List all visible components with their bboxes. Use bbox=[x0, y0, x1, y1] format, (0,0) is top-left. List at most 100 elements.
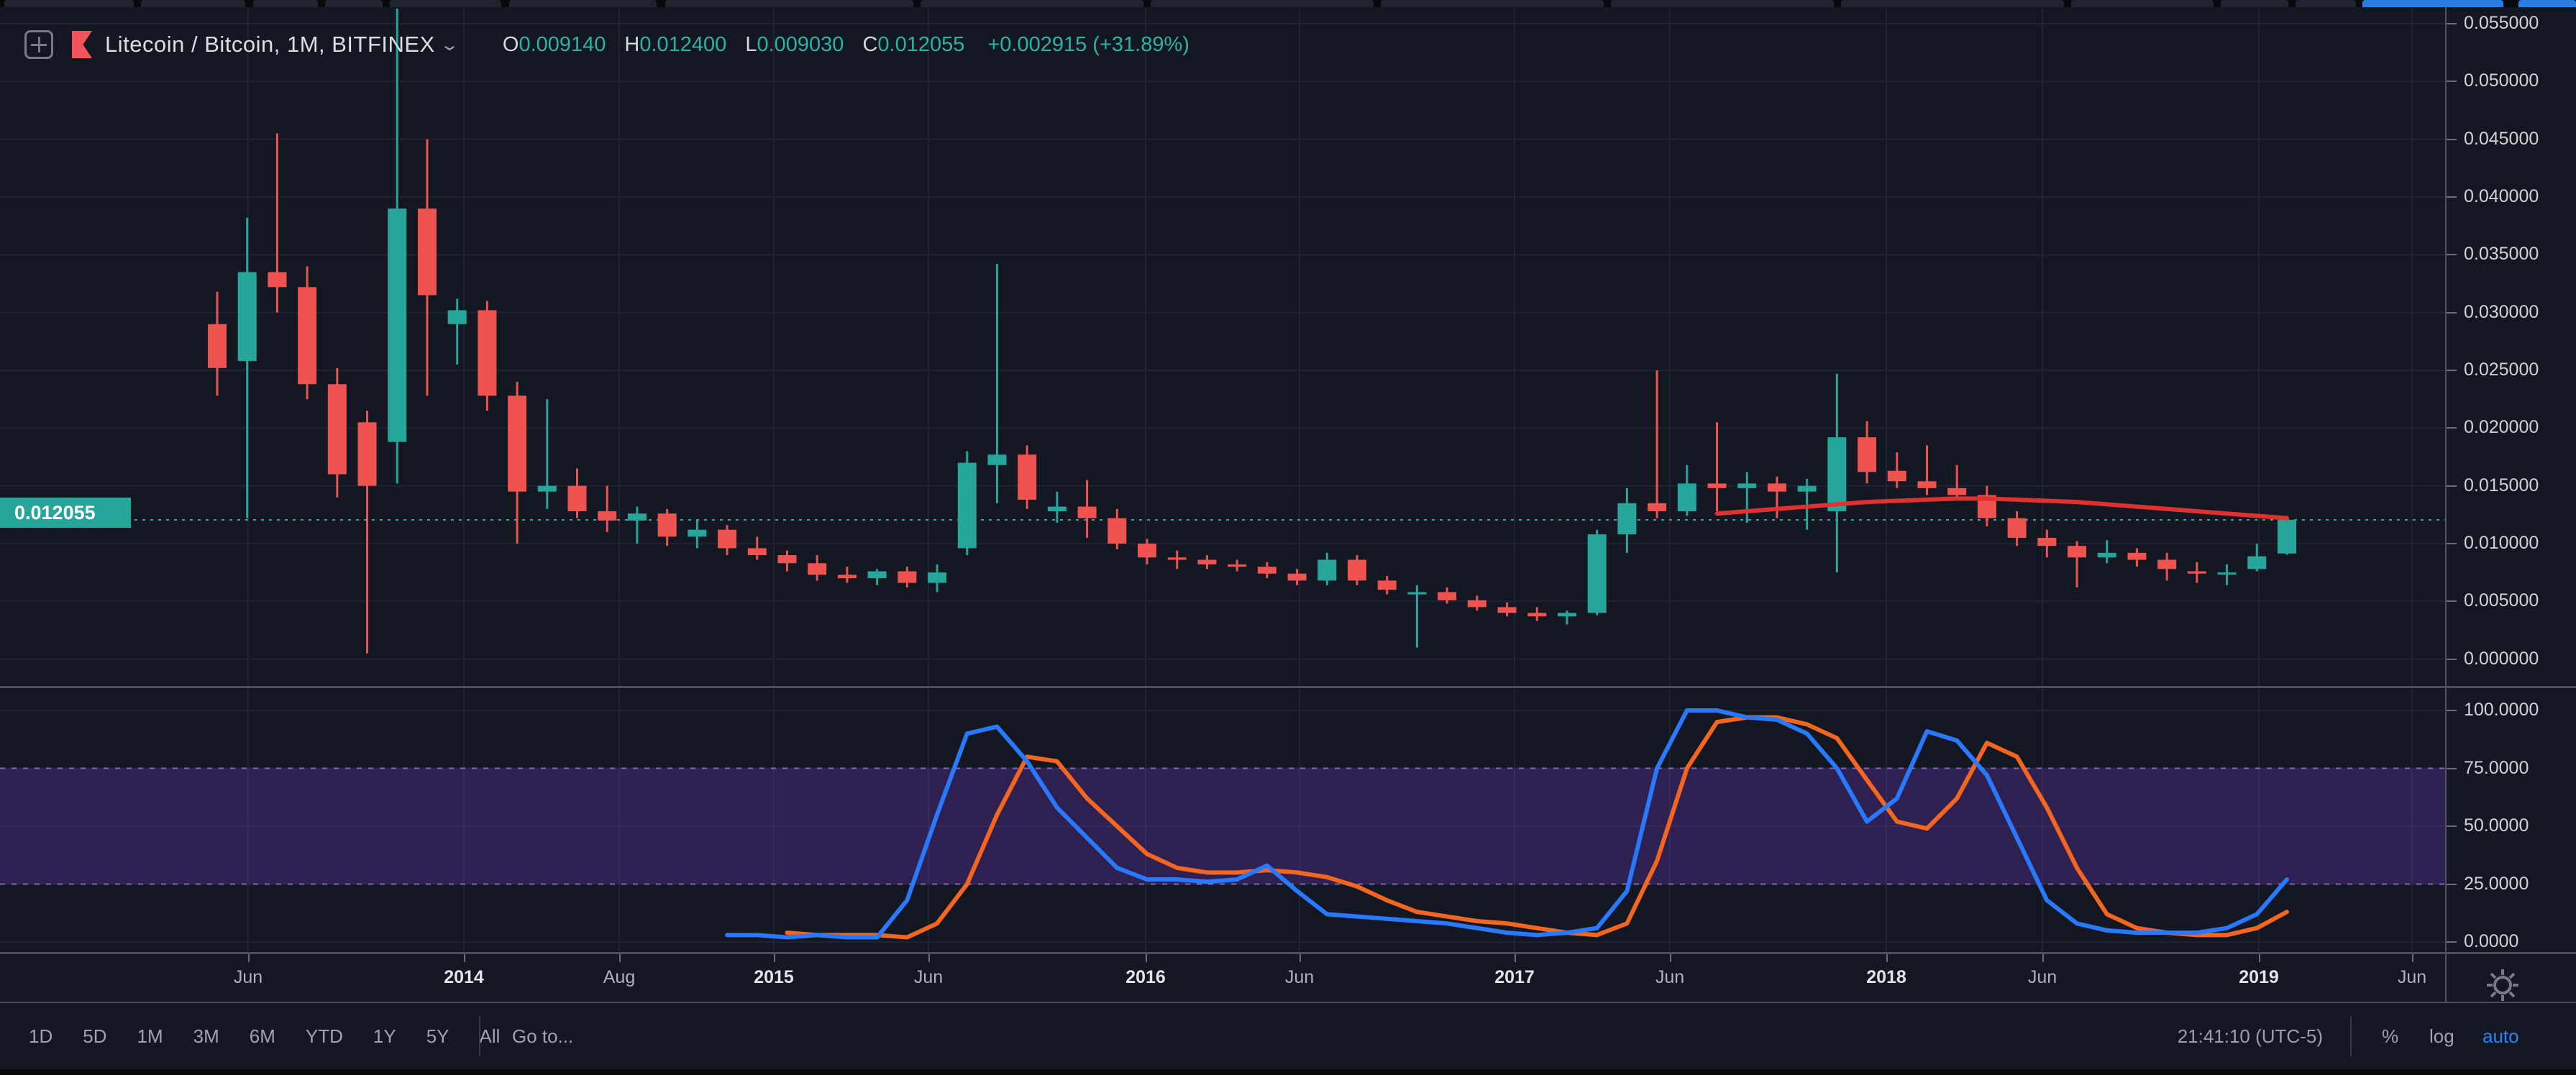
time-tick bbox=[1886, 954, 1888, 962]
window-bottom-edge bbox=[0, 1069, 2576, 1075]
range-button-5d[interactable]: 5D bbox=[83, 1025, 106, 1048]
range-button-3m[interactable]: 3M bbox=[193, 1025, 219, 1048]
auto-scale-button[interactable]: auto bbox=[2483, 1003, 2519, 1069]
browser-tab[interactable] bbox=[921, 0, 1143, 7]
chevron-down-icon[interactable]: ⌄ bbox=[439, 35, 460, 55]
time-label-year: 2017 bbox=[1494, 967, 1535, 988]
browser-tab-active[interactable] bbox=[2518, 0, 2576, 7]
range-button-1d[interactable]: 1D bbox=[29, 1025, 52, 1048]
range-button-6m[interactable]: 6M bbox=[250, 1025, 275, 1048]
ohlc-h: H0.012400 bbox=[624, 33, 726, 57]
range-button-5y[interactable]: 5Y bbox=[426, 1025, 449, 1048]
price-label: 0.050000 bbox=[2464, 70, 2539, 91]
indicator-label-tick bbox=[2447, 768, 2457, 769]
ohlc-c: C0.012055 bbox=[862, 33, 964, 57]
log-scale-button[interactable]: log bbox=[2429, 1003, 2454, 1069]
browser-tab[interactable] bbox=[141, 0, 245, 7]
time-tick bbox=[1300, 954, 1301, 962]
indicator-divider[interactable] bbox=[0, 952, 2576, 954]
price-label-tick bbox=[2447, 659, 2457, 660]
price-label: 0.025000 bbox=[2464, 360, 2539, 380]
time-tick bbox=[619, 954, 621, 962]
browser-tab[interactable] bbox=[1381, 0, 1604, 7]
time-label-month: Jun bbox=[914, 967, 943, 988]
price-label-tick bbox=[2447, 81, 2457, 82]
price-label-tick bbox=[2447, 427, 2457, 429]
time-label-month: Aug bbox=[603, 967, 635, 988]
browser-tab[interactable] bbox=[4, 0, 134, 7]
ohlc-values: O0.009140 H0.012400 L0.009030 C0.012055 bbox=[503, 33, 983, 57]
indicator-label-tick bbox=[2447, 884, 2457, 885]
time-label-month: Jun bbox=[2028, 967, 2057, 988]
time-label-month: Jun bbox=[1655, 967, 1684, 988]
symbol-logo-icon bbox=[72, 31, 92, 58]
price-label-tick bbox=[2447, 254, 2457, 255]
browser-tab[interactable] bbox=[253, 0, 318, 7]
browser-tab[interactable] bbox=[390, 0, 501, 7]
browser-tab-active[interactable] bbox=[2362, 0, 2503, 7]
time-tick bbox=[2412, 954, 2413, 962]
goto-button[interactable]: Go to... bbox=[512, 1003, 573, 1069]
browser-tab[interactable] bbox=[2071, 0, 2214, 7]
price-label: 0.020000 bbox=[2464, 417, 2539, 438]
time-label-year: 2014 bbox=[444, 967, 484, 988]
price-label-tick bbox=[2447, 196, 2457, 198]
price-label-tick bbox=[2447, 23, 2457, 24]
price-label: 0.030000 bbox=[2464, 302, 2539, 323]
indicator-label: 50.0000 bbox=[2464, 815, 2529, 836]
time-label-month: Jun bbox=[234, 967, 262, 988]
price-label-tick bbox=[2447, 370, 2457, 371]
range-button-all[interactable]: All bbox=[480, 1025, 501, 1048]
time-label-year: 2019 bbox=[2239, 967, 2279, 988]
symbol-title[interactable]: Litecoin / Bitcoin, 1M, BITFINEX bbox=[105, 32, 435, 58]
time-tick bbox=[248, 954, 250, 962]
browser-tab[interactable] bbox=[1841, 0, 2064, 7]
time-tick bbox=[2042, 954, 2044, 962]
browser-tab[interactable] bbox=[1611, 0, 1834, 7]
time-tick bbox=[928, 954, 930, 962]
percent-scale-button[interactable]: % bbox=[2382, 1003, 2398, 1069]
browser-tab[interactable] bbox=[665, 0, 913, 7]
indicator-label-tick bbox=[2447, 825, 2457, 827]
time-label-year: 2015 bbox=[754, 967, 794, 988]
indicator-label: 25.0000 bbox=[2464, 874, 2529, 895]
time-label-month: Jun bbox=[1285, 967, 1314, 988]
pane-settings-gear-icon[interactable] bbox=[2483, 965, 2523, 1005]
range-button-1m[interactable]: 1M bbox=[137, 1025, 163, 1048]
browser-tab[interactable] bbox=[2296, 0, 2356, 7]
browser-tab[interactable] bbox=[509, 0, 657, 7]
indicator-label: 0.0000 bbox=[2464, 931, 2518, 952]
price-label: 0.015000 bbox=[2464, 475, 2539, 496]
chart-header: Litecoin / Bitcoin, 1M, BITFINEX ⌄ O0.00… bbox=[24, 29, 1189, 60]
price-label: 0.005000 bbox=[2464, 590, 2539, 611]
toolbar-separator bbox=[479, 1016, 480, 1056]
pane-divider[interactable] bbox=[0, 686, 2576, 688]
time-tick bbox=[464, 954, 465, 962]
time-tick bbox=[1515, 954, 1516, 962]
range-buttons: 1D 5D 1M 3M 6M YTD 1Y 5Y All bbox=[29, 1003, 500, 1069]
time-tick bbox=[774, 954, 775, 962]
main-chart-canvas[interactable] bbox=[0, 0, 2445, 1003]
clock-label[interactable]: 21:41:10 (UTC-5) bbox=[2178, 1003, 2323, 1069]
time-axis[interactable]: Jun2014Aug2015Jun2016Jun2017Jun2018Jun20… bbox=[0, 954, 2445, 1002]
browser-tab-strip bbox=[0, 0, 2576, 7]
indicator-label: 75.0000 bbox=[2464, 758, 2529, 779]
ohlc-l: L0.009030 bbox=[745, 33, 844, 57]
price-axis[interactable]: 0.0550000.0500000.0450000.0400000.035000… bbox=[2445, 7, 2576, 1003]
price-label: 0.000000 bbox=[2464, 649, 2539, 669]
browser-tab[interactable] bbox=[325, 0, 383, 7]
layout-grid-icon[interactable] bbox=[24, 30, 53, 59]
range-button-ytd[interactable]: YTD bbox=[306, 1025, 343, 1048]
toolbar-separator-2 bbox=[2350, 1016, 2352, 1056]
range-button-1y[interactable]: 1Y bbox=[373, 1025, 396, 1048]
time-label-year: 2016 bbox=[1125, 967, 1166, 988]
time-tick bbox=[1146, 954, 1147, 962]
browser-tab[interactable] bbox=[2221, 0, 2288, 7]
ohlc-o: O0.009140 bbox=[503, 33, 606, 57]
price-axis-border bbox=[2445, 7, 2447, 1003]
price-label: 0.055000 bbox=[2464, 13, 2539, 34]
chart-window: Litecoin / Bitcoin, 1M, BITFINEX ⌄ O0.00… bbox=[0, 0, 2576, 1075]
change-value: +0.002915 (+31.89%) bbox=[987, 33, 1189, 57]
price-label-tick bbox=[2447, 543, 2457, 544]
browser-tab[interactable] bbox=[1151, 0, 1374, 7]
